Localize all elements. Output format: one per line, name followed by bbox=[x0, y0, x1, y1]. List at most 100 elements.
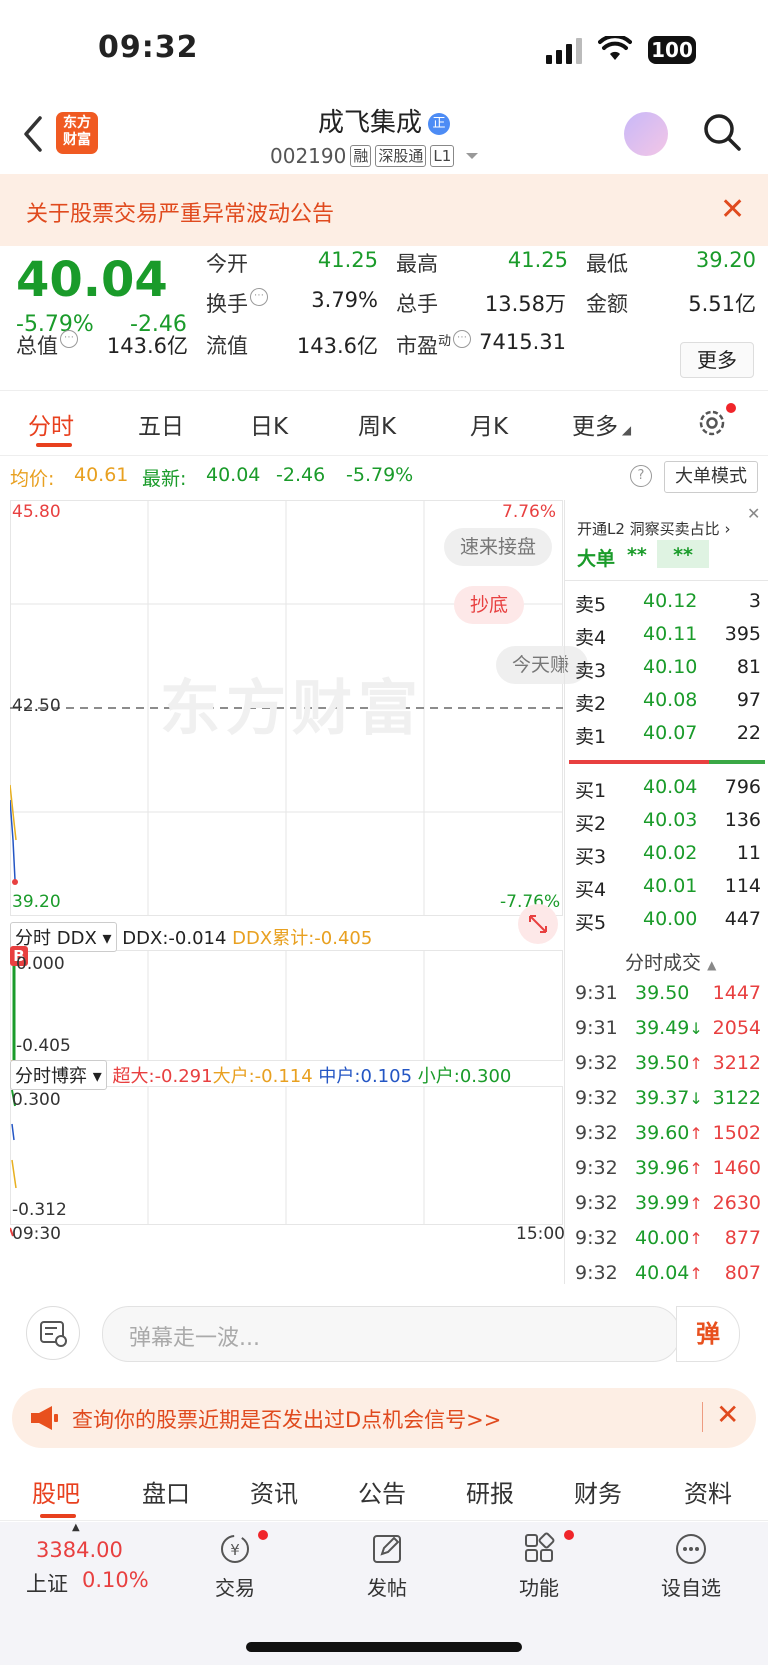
chart-watermark: 东方财富 bbox=[160, 674, 424, 744]
ddx-value: DDX:-0.014 bbox=[122, 928, 227, 949]
battery-icon: 100 bbox=[648, 36, 696, 64]
ticks-title[interactable]: 分时成交 ▲ bbox=[625, 948, 716, 975]
tick-row: 9:32 39.99↑ 2630 bbox=[575, 1192, 761, 1214]
danmaku-pill[interactable]: 抄底 bbox=[454, 586, 525, 624]
danmaku-input[interactable]: 弹幕走一波... bbox=[102, 1306, 680, 1362]
tab-more[interactable]: 更多 ◢ bbox=[572, 407, 631, 441]
intraday-chart[interactable]: 东方财富 45.80 42.50 39.20 7.76% -7.76% 速来接盘… bbox=[10, 500, 588, 1280]
divider bbox=[565, 580, 768, 581]
big-order-mode-button[interactable]: 大单模式 bbox=[664, 461, 758, 493]
info-icon[interactable]: ⋯ bbox=[60, 330, 78, 348]
buy-row[interactable]: 买3 40.02 11 bbox=[565, 842, 765, 875]
turnover-label[interactable]: 换手 ⋯ bbox=[206, 288, 268, 318]
latest-change: -2.46 bbox=[276, 464, 326, 486]
index-pct[interactable]: 0.10% bbox=[82, 1568, 149, 1592]
sell-row[interactable]: 卖1 40.07 22 bbox=[565, 722, 765, 755]
home-indicator[interactable] bbox=[246, 1642, 522, 1652]
tab-intraday[interactable]: 分时 bbox=[28, 407, 74, 441]
content-tabs: 股吧 盘口 资讯 公告 研报 财务 资料 bbox=[0, 1460, 768, 1521]
low-value: 39.20 bbox=[695, 248, 756, 272]
tick-row: 9:32 39.37↓ 3122 bbox=[575, 1087, 761, 1109]
gear-icon[interactable] bbox=[696, 407, 728, 439]
sell-row[interactable]: 卖3 40.10 81 bbox=[565, 656, 765, 689]
tab-research[interactable]: 研报 bbox=[466, 1474, 514, 1509]
pe-label[interactable]: 市盈动 ⋯ bbox=[396, 330, 472, 360]
tick-row: 9:32 39.60↑ 1502 bbox=[575, 1122, 761, 1144]
caret-down-icon[interactable] bbox=[464, 151, 480, 161]
tab-financials[interactable]: 财务 bbox=[574, 1474, 622, 1509]
trade-button[interactable]: ¥ 交易 bbox=[180, 1532, 290, 1601]
tab-profile[interactable]: 资料 bbox=[684, 1474, 732, 1509]
pe-value: 7415.31 bbox=[479, 330, 566, 354]
price-info-line: 均价: 40.61 最新: 40.04 -2.46 -5.79% ? 大单模式 bbox=[0, 456, 768, 496]
help-icon[interactable]: ? bbox=[630, 465, 652, 487]
game-super: 超大:-0.291 bbox=[112, 1066, 213, 1087]
assistant-avatar[interactable] bbox=[624, 112, 668, 156]
buy-row[interactable]: 买4 40.01 114 bbox=[565, 875, 765, 908]
stock-code-row[interactable]: 002190 融 深股通 L1 bbox=[270, 144, 480, 168]
expand-icon[interactable] bbox=[518, 904, 558, 944]
tag-margin: 融 bbox=[350, 145, 372, 167]
wifi-icon bbox=[598, 36, 632, 60]
tab-five-day[interactable]: 五日 bbox=[138, 407, 184, 441]
volume-value: 13.58万 bbox=[484, 292, 566, 316]
danmaku-pill[interactable]: 速来接盘 bbox=[444, 528, 553, 566]
volume-label: 总手 bbox=[396, 292, 438, 316]
avg-value: 40.61 bbox=[74, 464, 129, 486]
open-label: 今开 bbox=[206, 252, 248, 276]
comment-bar: 弹幕走一波... 弹 bbox=[0, 1290, 768, 1378]
danmaku-send-button[interactable]: 弹 bbox=[676, 1306, 740, 1362]
big-order-label: 大单 bbox=[577, 548, 616, 570]
stock-code: 002190 bbox=[270, 144, 347, 168]
tab-daily-k[interactable]: 日K bbox=[250, 407, 288, 441]
svg-text:¥: ¥ bbox=[230, 1541, 240, 1559]
more-quote-button[interactable]: 更多 bbox=[680, 342, 754, 378]
features-button[interactable]: 功能 bbox=[484, 1532, 594, 1601]
index-name[interactable]: 上证 bbox=[26, 1568, 68, 1598]
tick-row: 9:31 39.49↓ 2054 bbox=[575, 1017, 761, 1039]
close-icon[interactable]: ✕ bbox=[747, 504, 760, 523]
notice-bar[interactable]: 关于股票交易严重异常波动公告 ✕ bbox=[0, 174, 768, 246]
close-icon[interactable]: ✕ bbox=[720, 192, 745, 227]
buy-row[interactable]: 买2 40.03 136 bbox=[565, 809, 765, 842]
chart-tabs: 分时 五日 日K 周K 月K 更多 ◢ bbox=[0, 390, 768, 456]
tab-news[interactable]: 资讯 bbox=[250, 1474, 298, 1509]
amount-value: 5.51亿 bbox=[688, 292, 756, 316]
game-axis-top: 0.300 bbox=[12, 1090, 61, 1110]
tab-weekly-k[interactable]: 周K bbox=[358, 407, 396, 441]
sell-row[interactable]: 卖4 40.11 395 bbox=[565, 623, 765, 656]
tab-monthly-k[interactable]: 月K bbox=[470, 407, 508, 441]
notice-text[interactable]: 关于股票交易严重异常波动公告 bbox=[26, 196, 334, 228]
close-icon[interactable]: ✕ bbox=[716, 1398, 739, 1431]
tag-connect: 深股通 bbox=[375, 145, 427, 167]
status-time: 09:32 bbox=[98, 30, 199, 65]
promo-banner[interactable]: 查询你的股票近期是否发出过D点机会信号>> ✕ bbox=[12, 1388, 756, 1448]
sell-row[interactable]: 卖5 40.12 3 bbox=[565, 590, 765, 623]
banner-text[interactable]: 查询你的股票近期是否发出过D点机会信号>> bbox=[72, 1404, 501, 1434]
time-axis-end: 15:00 bbox=[516, 1224, 565, 1244]
info-icon[interactable]: ⋯ bbox=[250, 288, 268, 306]
market-cap-label[interactable]: 总值 ⋯ bbox=[16, 330, 78, 360]
buy-row[interactable]: 买1 40.04 796 bbox=[565, 776, 765, 809]
tick-row: 9:32 39.96↑ 1460 bbox=[575, 1157, 761, 1179]
megaphone-icon bbox=[31, 1406, 58, 1430]
danmaku-settings-icon[interactable] bbox=[26, 1306, 80, 1360]
tab-forum[interactable]: 股吧 bbox=[32, 1474, 80, 1509]
game-mid: 中户:0.105 bbox=[318, 1066, 413, 1087]
time-axis-start: 09:30 bbox=[12, 1224, 61, 1244]
caret-up-icon: ▲ bbox=[707, 958, 717, 972]
game-selector[interactable]: 分时博弈 ▾ bbox=[10, 1060, 107, 1090]
search-icon[interactable] bbox=[702, 112, 742, 152]
notification-dot bbox=[726, 403, 736, 413]
buy-row[interactable]: 买5 40.00 447 bbox=[565, 908, 765, 941]
high-label: 最高 bbox=[396, 252, 438, 276]
tab-handicap[interactable]: 盘口 bbox=[142, 1474, 190, 1509]
market-cap-value: 143.6亿 bbox=[106, 334, 188, 358]
index-value[interactable]: 3384.00 bbox=[36, 1538, 123, 1562]
post-button[interactable]: 发帖 bbox=[332, 1532, 442, 1601]
add-watchlist-button[interactable]: 设自选 bbox=[636, 1532, 746, 1601]
sell-row[interactable]: 卖2 40.08 97 bbox=[565, 689, 765, 722]
tab-announcements[interactable]: 公告 bbox=[358, 1474, 406, 1509]
ddx-axis-bottom: -0.405 bbox=[16, 1036, 71, 1056]
l2-promo[interactable]: 开通L2 洞察买卖占比 › bbox=[577, 518, 730, 539]
